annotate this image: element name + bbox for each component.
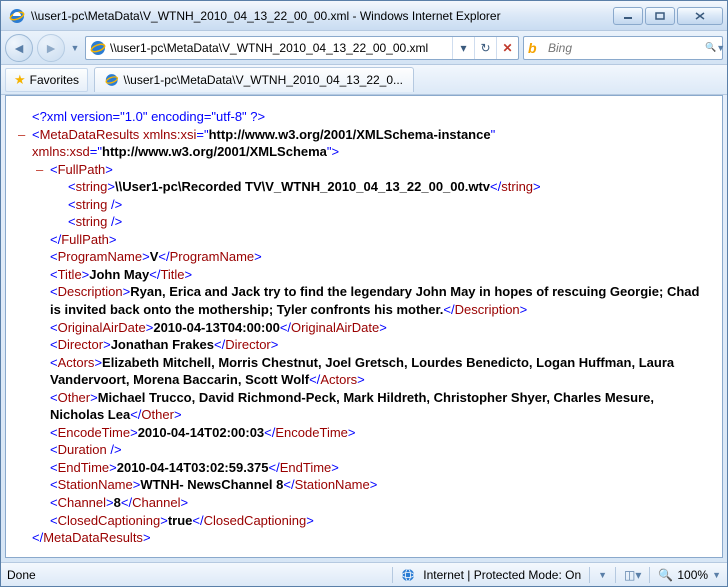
xml-node: <string>\\User1-pc\Recorded TV\V_WTNH_20… <box>32 178 710 196</box>
xml-node: <Director>Jonathan Frakes</Director> <box>32 336 710 354</box>
navbar: ◄ ► ▼ ▾ ↻ ✕ b 🔍 ▼ <box>1 31 727 65</box>
favorites-bar: ★ Favorites \\user1-pc\MetaData\V_WTNH_2… <box>1 65 727 95</box>
search-input[interactable] <box>524 41 705 55</box>
xml-node: <ProgramName>V</ProgramName> <box>32 248 710 266</box>
back-button[interactable]: ◄ <box>5 34 33 62</box>
zoom-level: 100% <box>677 568 708 582</box>
xml-node: – <FullPath> <box>32 161 710 179</box>
address-bar: ▾ ↻ ✕ <box>85 36 519 60</box>
forward-button[interactable]: ► <box>37 34 65 62</box>
xml-node: <Other>Michael Trucco, David Richmond-Pe… <box>32 389 710 424</box>
xml-node: <string /> <box>32 196 710 214</box>
xml-node: <Title>John May</Title> <box>32 266 710 284</box>
favorites-button[interactable]: ★ Favorites <box>5 68 88 92</box>
page-icon <box>90 40 106 56</box>
collapse-toggle[interactable]: – <box>36 161 43 179</box>
bing-icon: b <box>528 40 544 56</box>
titlebar: \\user1-pc\MetaData\V_WTNH_2010_04_13_22… <box>1 1 727 31</box>
xml-node: <Description>Ryan, Erica and Jack try to… <box>32 283 710 318</box>
xml-node: <OriginalAirDate>2010-04-13T04:00:00</Or… <box>32 319 710 337</box>
browser-window: \\user1-pc\MetaData\V_WTNH_2010_04_13_22… <box>0 0 728 587</box>
tab-title: \\user1-pc\MetaData\V_WTNH_2010_04_13_22… <box>124 73 404 87</box>
ie-icon <box>105 72 119 88</box>
xml-root-close: </MetaDataResults> <box>32 529 710 547</box>
xml-declaration: <?xml version="1.0" encoding="utf-8" ?> <box>32 108 710 126</box>
address-input[interactable] <box>110 38 452 58</box>
favorites-label: Favorites <box>30 73 79 87</box>
xml-node: </FullPath> <box>32 231 710 249</box>
maximize-button[interactable] <box>645 7 675 25</box>
globe-icon <box>401 568 415 582</box>
page-mode-icon[interactable]: ◫▾ <box>624 568 641 582</box>
window-title: \\user1-pc\MetaData\V_WTNH_2010_04_13_22… <box>31 9 613 23</box>
xml-node: <Actors>Elizabeth Mitchell, Morris Chest… <box>32 354 710 389</box>
xml-node: <ClosedCaptioning>true</ClosedCaptioning… <box>32 512 710 530</box>
nav-history-dropdown[interactable]: ▼ <box>69 43 81 53</box>
xml-node: <StationName>WTNH- NewsChannel 8</Statio… <box>32 476 710 494</box>
ie-icon <box>9 8 25 24</box>
status-text: Done <box>7 568 384 582</box>
xml-node: <Channel>8</Channel> <box>32 494 710 512</box>
xml-node: <EncodeTime>2010-04-14T02:00:03</EncodeT… <box>32 424 710 442</box>
search-go-button[interactable]: 🔍 <box>705 42 716 53</box>
tab-current[interactable]: \\user1-pc\MetaData\V_WTNH_2010_04_13_22… <box>94 67 414 92</box>
star-icon: ★ <box>14 72 26 88</box>
xml-node: <string /> <box>32 213 710 231</box>
security-zone: Internet | Protected Mode: On <box>423 568 581 582</box>
minimize-button[interactable] <box>613 7 643 25</box>
collapse-toggle[interactable]: – <box>18 126 25 144</box>
xml-root-open: – <MetaDataResults xmlns:xsi="http://www… <box>32 126 710 161</box>
xml-node: <EndTime>2010-04-14T03:02:59.375</EndTim… <box>32 459 710 477</box>
address-dropdown[interactable]: ▾ <box>452 37 474 59</box>
xml-node: <Duration /> <box>32 441 710 459</box>
refresh-button[interactable]: ↻ <box>474 37 496 59</box>
zoom-dropdown[interactable]: ▼ <box>712 570 721 580</box>
zone-dropdown[interactable]: ▼ <box>598 570 607 580</box>
search-provider-dropdown[interactable]: ▼ <box>716 43 725 53</box>
search-box: b 🔍 ▼ <box>523 36 723 60</box>
zoom-icon[interactable]: 🔍 <box>658 568 673 582</box>
statusbar: Done Internet | Protected Mode: On ▼ ◫▾ … <box>1 562 727 586</box>
close-button[interactable] <box>677 7 723 25</box>
stop-button[interactable]: ✕ <box>496 37 518 59</box>
xml-viewer: <?xml version="1.0" encoding="utf-8" ?> … <box>5 95 723 558</box>
